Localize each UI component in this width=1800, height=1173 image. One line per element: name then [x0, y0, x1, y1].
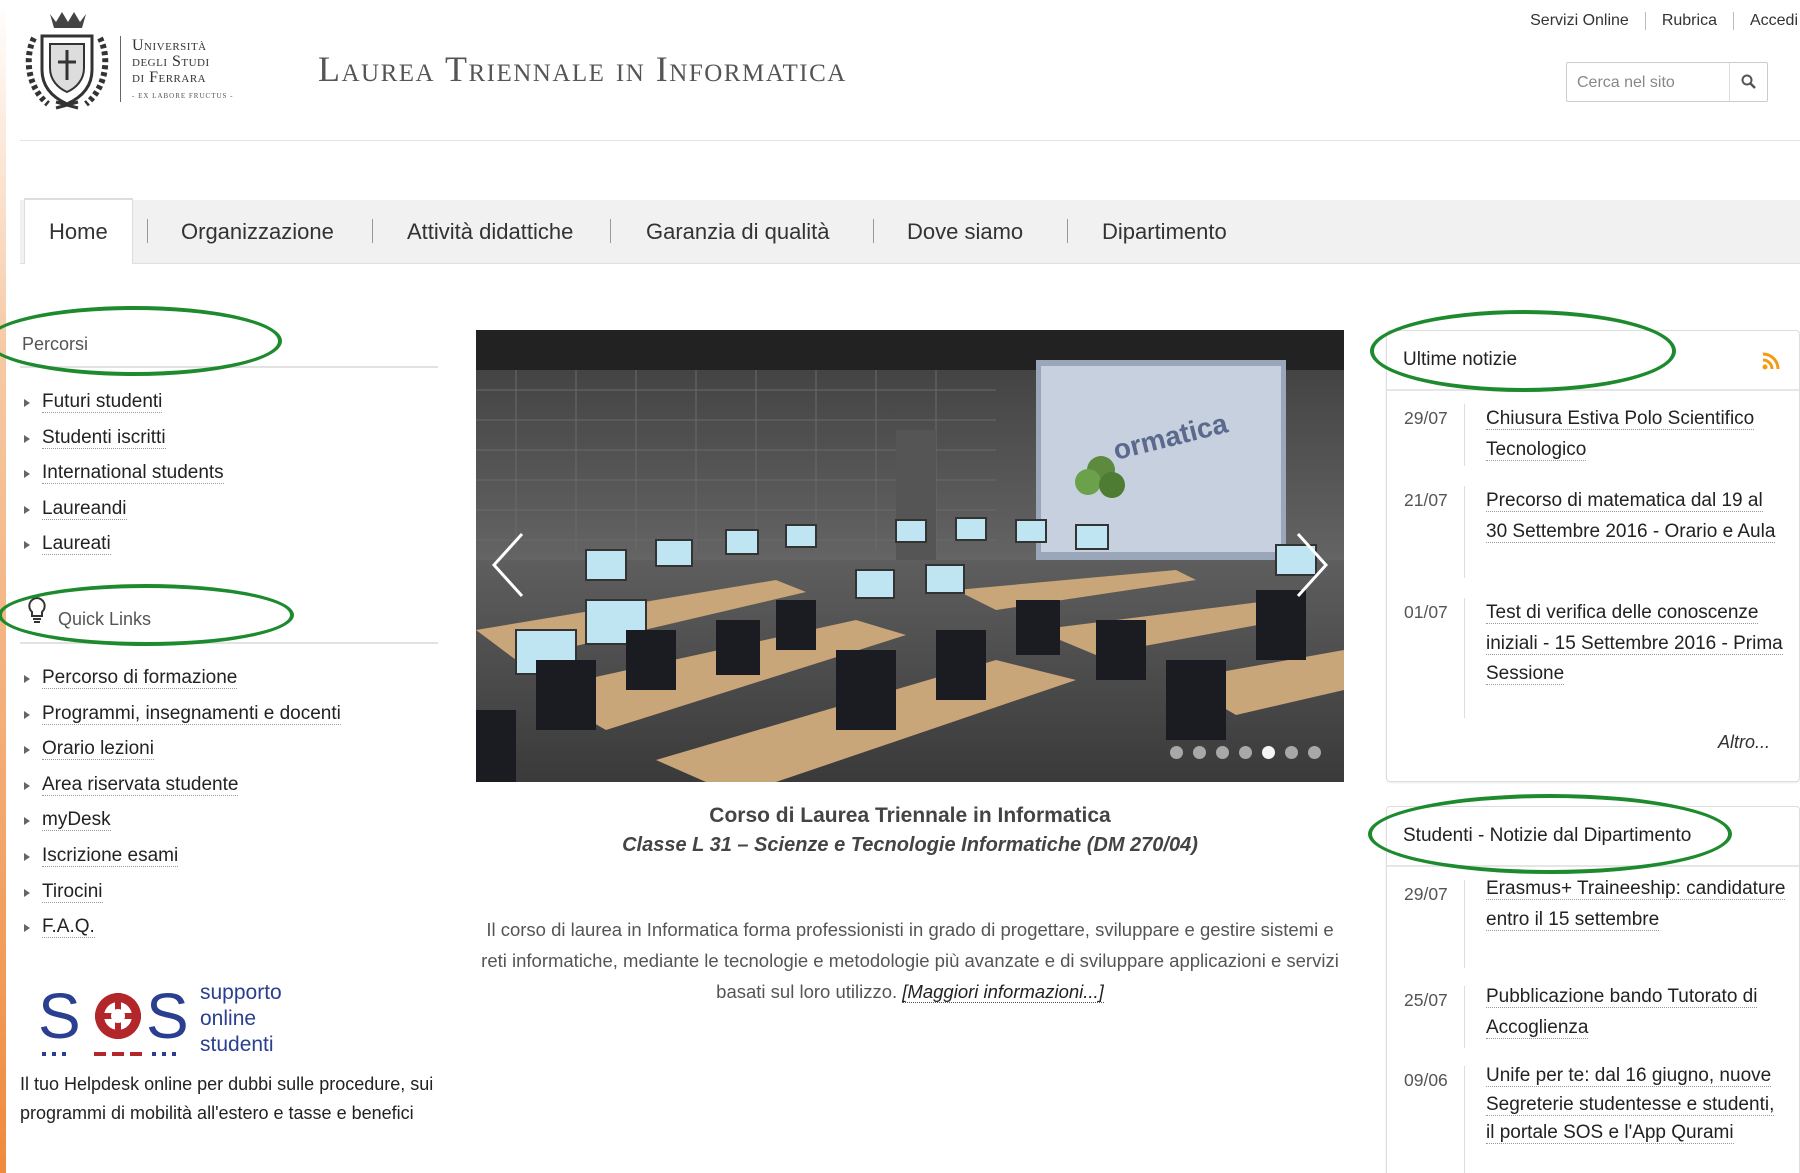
- quick-links-list: Percorso di formazione Programmi, insegn…: [20, 666, 341, 951]
- news-box-title: Ultime notizie: [1403, 349, 1518, 370]
- percorsi-list: Futuri studenti Studenti iscritti Intern…: [20, 390, 224, 568]
- university-name: Università degli Studi di Ferrara: [132, 37, 210, 86]
- news-date-bar: [1464, 598, 1465, 718]
- search-icon: [1741, 74, 1756, 89]
- percorsi-title: Percorsi: [22, 334, 89, 354]
- news-title: Erasmus+ Traineeship: candidature entro …: [1486, 878, 1786, 931]
- svg-text:S: S: [38, 980, 81, 1052]
- quick-link-percorso-formazione[interactable]: Percorso di formazione: [20, 666, 341, 702]
- news-date: 29/07: [1404, 884, 1448, 904]
- carousel-dot[interactable]: [1170, 746, 1183, 759]
- sos-logo[interactable]: S S: [38, 980, 338, 1060]
- classroom-photo: ormatica: [476, 330, 1344, 782]
- carousel-dot[interactable]: [1239, 746, 1252, 759]
- department-news-header: Studenti - Notizie dal Dipartimento: [1387, 807, 1799, 867]
- percorsi-rule: [20, 366, 438, 368]
- quick-link-faq[interactable]: F.A.Q.: [20, 915, 341, 951]
- tab-garanzia-qualita[interactable]: Garanzia di qualità: [646, 200, 829, 264]
- tab-attivita-didattiche[interactable]: Attività didattiche: [407, 200, 573, 264]
- carousel-dots: [1170, 746, 1321, 759]
- news-box-header: Ultime notizie: [1387, 331, 1799, 391]
- carousel-dot[interactable]: [1262, 746, 1275, 759]
- course-intro: Il corso di laurea in Informatica forma …: [476, 914, 1344, 1007]
- image-carousel[interactable]: ormatica: [476, 330, 1344, 782]
- news-title: Precorso di matematica dal 19 al 30 Sett…: [1486, 490, 1776, 543]
- news-title: Test di verifica delle conoscenze inizia…: [1486, 602, 1783, 685]
- link-accedi[interactable]: Accedi: [1732, 12, 1800, 30]
- nav-separator: [372, 219, 373, 243]
- department-news-title: Studenti - Notizie dal Dipartimento: [1403, 825, 1692, 846]
- percorsi-item-international-students[interactable]: International students: [20, 461, 224, 497]
- quick-link-area-riservata[interactable]: Area riservata studente: [20, 773, 341, 809]
- university-logo[interactable]: Università degli Studi di Ferrara - EX L…: [20, 8, 260, 116]
- crest-icon: [25, 12, 109, 110]
- percorsi-item-studenti-iscritti[interactable]: Studenti iscritti: [20, 426, 224, 462]
- tab-home[interactable]: Home: [24, 198, 133, 264]
- rss-icon[interactable]: [1761, 351, 1781, 371]
- nav-separator: [873, 219, 874, 243]
- top-links: Servizi Online Rubrica Accedi: [1514, 12, 1800, 30]
- carousel-prev-arrow[interactable]: [488, 530, 528, 600]
- carousel-dot[interactable]: [1285, 746, 1298, 759]
- news-date-bar: [1464, 986, 1465, 1048]
- quick-link-orario-lezioni[interactable]: Orario lezioni: [20, 737, 341, 773]
- site-title[interactable]: Laurea Triennale in Informatica: [318, 48, 847, 90]
- news-box: Ultime notizie: [1386, 330, 1800, 782]
- news-title: Unife per te: dal 16 giugno, nuove Segre…: [1486, 1065, 1775, 1144]
- carousel-next-arrow[interactable]: [1292, 530, 1332, 600]
- search-input[interactable]: [1577, 71, 1727, 95]
- news-title: Pubblicazione bando Tutorato di Accoglie…: [1486, 986, 1758, 1039]
- news-date: 25/07: [1404, 990, 1448, 1010]
- news-date-bar: [1464, 486, 1465, 578]
- header-divider: [20, 140, 1800, 141]
- lightbulb-icon: [28, 596, 46, 623]
- course-title: Corso di Laurea Triennale in Informatica: [709, 804, 1111, 827]
- university-motto: - EX LABORE FRUCTUS -: [132, 92, 234, 100]
- news-title: Chiusura Estiva Polo Scientifico Tecnolo…: [1486, 408, 1755, 461]
- quick-link-iscrizione-esami[interactable]: Iscrizione esami: [20, 844, 341, 880]
- course-class: Classe L 31 – Scienze e Tecnologie Infor…: [622, 834, 1198, 856]
- search-box: [1566, 62, 1768, 102]
- news-date-bar: [1464, 1066, 1465, 1173]
- top-red-marks: [720, 0, 1160, 6]
- nav-separator: [147, 219, 148, 243]
- logo-divider: [120, 36, 121, 102]
- quick-link-programmi[interactable]: Programmi, insegnamenti e docenti: [20, 702, 341, 738]
- quick-link-tirocini[interactable]: Tirocini: [20, 880, 341, 916]
- percorsi-item-laureati[interactable]: Laureati: [20, 532, 224, 568]
- sos-tagline: supporto online studenti: [200, 981, 282, 1056]
- quick-link-mydesk[interactable]: myDesk: [20, 808, 341, 844]
- link-servizi-online[interactable]: Servizi Online: [1514, 12, 1645, 30]
- news-date: 01/07: [1404, 602, 1448, 622]
- quick-links-rule: [20, 642, 438, 644]
- news-more-link[interactable]: Altro...: [1718, 732, 1770, 753]
- news-date-bar: [1464, 880, 1465, 968]
- news-date: 29/07: [1404, 408, 1448, 428]
- nav-separator: [610, 219, 611, 243]
- svg-text:S: S: [146, 980, 189, 1052]
- news-date: 21/07: [1404, 490, 1448, 510]
- search-button[interactable]: [1729, 63, 1767, 101]
- percorsi-item-laureandi[interactable]: Laureandi: [20, 497, 224, 533]
- quick-links-title: Quick Links: [58, 609, 152, 629]
- carousel-dot[interactable]: [1193, 746, 1206, 759]
- link-rubrica[interactable]: Rubrica: [1644, 12, 1733, 30]
- left-edge-gradient: [0, 0, 6, 1173]
- sos-description: Il tuo Helpdesk online per dubbi sulle p…: [20, 1074, 434, 1123]
- nav-separator: [1067, 219, 1068, 243]
- carousel-dot[interactable]: [1308, 746, 1321, 759]
- carousel-dot[interactable]: [1216, 746, 1229, 759]
- more-info-link[interactable]: [Maggiori informazioni...]: [902, 981, 1104, 1003]
- news-date-bar: [1464, 404, 1465, 466]
- tab-dipartimento[interactable]: Dipartimento: [1102, 200, 1227, 264]
- news-date: 09/06: [1404, 1070, 1448, 1090]
- tab-organizzazione[interactable]: Organizzazione: [181, 200, 334, 264]
- percorsi-item-futuri-studenti[interactable]: Futuri studenti: [20, 390, 224, 426]
- tab-dove-siamo[interactable]: Dove siamo: [907, 200, 1023, 264]
- main-nav: Home Organizzazione Attività didattiche …: [20, 198, 1800, 264]
